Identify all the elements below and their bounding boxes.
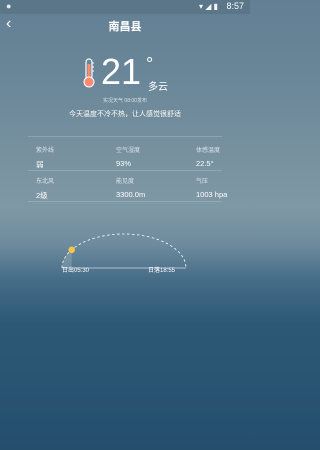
status-bar: ● ▾ ◢ ▮ 8:57 [0, 0, 250, 14]
weather-summary: 今天温度不冷不热，让人感觉很舒适 [69, 111, 181, 118]
metric-humidity: 空气湿度 93% [116, 145, 186, 168]
thermometer-icon [83, 58, 95, 88]
metric-label: 空气湿度 [116, 148, 141, 154]
divider [28, 170, 222, 171]
sunrise-time: 日出05:30 [62, 268, 90, 274]
metric-label: 东北风 [36, 179, 55, 185]
metric-uv: 紫外线 弱 [36, 145, 106, 170]
temperature-value: 21 [101, 51, 142, 92]
metric-label: 能见度 [116, 179, 135, 185]
metric-feels-like: 体感温度 22.5° [196, 145, 266, 168]
current-weather: 21 ° 多云 [0, 52, 250, 98]
weather-condition: 多云 [148, 82, 168, 93]
update-time: 实况天气 08:00发布 [103, 98, 147, 104]
divider [28, 201, 222, 202]
metric-label: 紫外线 [36, 148, 55, 154]
metric-label: 气压 [196, 179, 209, 185]
metric-label: 体感温度 [196, 148, 221, 154]
metric-value: 弱 [36, 160, 44, 169]
sun-icon [68, 246, 75, 254]
divider [28, 136, 222, 137]
metric-pressure: 气压 1003 hpa [196, 176, 266, 199]
sun-arc [61, 233, 187, 269]
sun-progress-fill [62, 249, 72, 268]
sun-arc-chart [61, 233, 187, 269]
status-time: 8:57 [226, 1, 244, 11]
metric-value: 22.5° [196, 159, 214, 168]
metric-value: 93% [116, 159, 132, 168]
sun-path [0, 230, 250, 270]
sunset-time: 日落18:55 [148, 268, 176, 274]
app-topbar: ‹ 南昌县 [0, 14, 250, 36]
metric-visibility: 能见度 3300.0m [116, 176, 186, 199]
metric-value: 2级 [36, 191, 48, 200]
metric-value: 1003 hpa [196, 190, 228, 199]
page-title: 南昌县 [108, 21, 142, 33]
status-left-badge: ● [6, 1, 12, 11]
metric-value: 3300.0m [116, 190, 146, 199]
temperature-degree: ° [146, 54, 154, 74]
metric-wind: 东北风 2级 [36, 176, 106, 201]
signal-icons: ▾ ◢ ▮ [198, 2, 218, 11]
